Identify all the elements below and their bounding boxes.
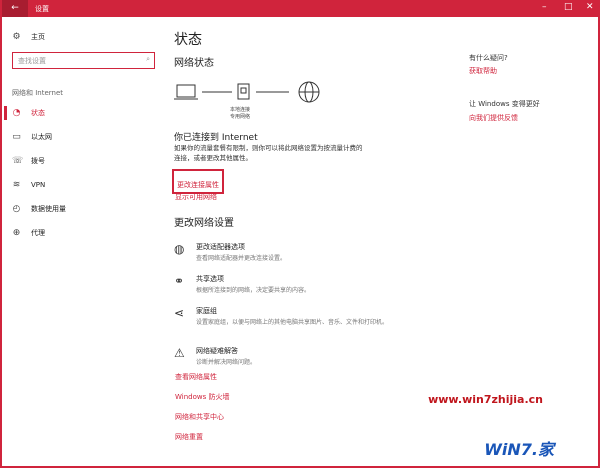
vpn-icon: ≋ bbox=[12, 180, 21, 190]
option-title: 共享选项 bbox=[196, 275, 224, 283]
sidebar-item-label: VPN bbox=[31, 181, 46, 189]
search-placeholder: 查找设置 bbox=[18, 57, 46, 65]
change-settings-heading: 更改网络设置 bbox=[174, 218, 234, 229]
proxy-icon: ⊕ bbox=[12, 228, 21, 238]
homegroup-icon: ⋖ bbox=[174, 306, 185, 320]
adapter-icon: ◍ bbox=[174, 242, 185, 256]
option-desc: 设置家庭组，以便与网络上的其他电脑共享图片、音乐、文件和打印机。 bbox=[196, 319, 389, 326]
close-button[interactable]: ✕ bbox=[586, 2, 594, 12]
sidebar-section: 网络和 Internet bbox=[12, 89, 64, 97]
watermark-logo: WiN7.家 bbox=[484, 440, 554, 459]
search-input[interactable]: 查找设置 ⌕ bbox=[12, 52, 155, 69]
option-desc: 根据所连接到的网络，决定要共享的内容。 bbox=[196, 287, 311, 294]
status-icon: ◔ bbox=[12, 108, 21, 118]
sidebar-item-ethernet[interactable]: ▭ 以太网 bbox=[12, 132, 52, 142]
ethernet-icon: ▭ bbox=[12, 132, 21, 142]
sidebar-item-vpn[interactable]: ≋ VPN bbox=[12, 180, 46, 190]
data-usage-icon: ◴ bbox=[12, 204, 21, 214]
change-connection-properties-link[interactable]: 更改连接属性 bbox=[172, 169, 224, 194]
sidebar-home[interactable]: ⚙ 主页 bbox=[12, 32, 45, 42]
dialup-icon: ☏ bbox=[12, 156, 24, 166]
laptop-icon bbox=[174, 84, 198, 100]
option-title: 更改适配器选项 bbox=[196, 243, 245, 251]
network-diagram bbox=[174, 81, 320, 103]
warning-icon: ⚠ bbox=[174, 346, 185, 360]
option-homegroup[interactable]: ⋖ 家庭组设置家庭组，以便与网络上的其他电脑共享图片、音乐、文件和打印机。 bbox=[174, 306, 396, 327]
network-sharing-center-link[interactable]: 网络和共享中心 bbox=[175, 412, 224, 422]
sidebar-item-proxy[interactable]: ⊕ 代理 bbox=[12, 228, 45, 238]
connected-status: 你已连接到 Internet bbox=[174, 133, 258, 143]
sidebar-item-label: 代理 bbox=[31, 229, 45, 237]
sidebar-item-status[interactable]: ◔ 状态 bbox=[12, 108, 45, 118]
back-button[interactable]: ← bbox=[2, 0, 28, 17]
sharing-icon: ⚭ bbox=[174, 274, 185, 288]
link-label: 更改连接属性 bbox=[177, 181, 219, 189]
option-title: 家庭组 bbox=[196, 307, 217, 315]
selection-indicator bbox=[4, 106, 7, 120]
settings-window: ← 设置 – □ ✕ ⚙ 主页 查找设置 ⌕ 网络和 Internet ◔ 状态 ▭ 以… bbox=[0, 0, 600, 468]
home-label: 主页 bbox=[31, 33, 45, 41]
option-troubleshoot[interactable]: ⚠ 网络疑难解答诊断并解决网络问题。 bbox=[174, 346, 396, 367]
get-help-link[interactable]: 获取帮助 bbox=[469, 66, 497, 76]
ethernet-port-icon bbox=[237, 83, 250, 100]
sidebar-item-label: 状态 bbox=[31, 109, 45, 117]
option-title: 网络疑难解答 bbox=[196, 347, 238, 355]
sidebar-item-label: 数据使用量 bbox=[31, 205, 66, 213]
option-sharing[interactable]: ⚭ 共享选项根据所连接到的网络，决定要共享的内容。 bbox=[174, 274, 396, 295]
maximize-button[interactable]: □ bbox=[564, 2, 573, 12]
questions-heading: 有什么疑问? bbox=[469, 54, 508, 62]
feedback-link[interactable]: 向我们提供反馈 bbox=[469, 113, 518, 123]
network-reset-link[interactable]: 网络重置 bbox=[175, 432, 203, 442]
option-adapter[interactable]: ◍ 更改适配器选项查看网络适配器并更改连接设置。 bbox=[174, 242, 396, 263]
option-desc: 查看网络适配器并更改连接设置。 bbox=[196, 255, 287, 262]
globe-icon bbox=[298, 81, 320, 103]
search-icon: ⌕ bbox=[146, 55, 150, 63]
title-bar: ← 设置 – □ ✕ bbox=[2, 0, 600, 17]
watermark-url: www.win7zhijia.cn bbox=[428, 393, 543, 406]
connected-description: 如果你的流量套餐有限制，则你可以将此网络设置为按流量计费的连接，或者更改其他属性… bbox=[174, 144, 363, 162]
improve-heading: 让 Windows 变得更好 bbox=[469, 100, 540, 108]
sidebar-item-dialup[interactable]: ☏ 拨号 bbox=[12, 156, 45, 166]
windows-firewall-link[interactable]: Windows 防火墙 bbox=[175, 392, 229, 402]
sidebar-item-data-usage[interactable]: ◴ 数据使用量 bbox=[12, 204, 66, 214]
home-icon: ⚙ bbox=[12, 32, 21, 42]
sidebar-item-label: 拨号 bbox=[31, 157, 45, 165]
option-desc: 诊断并解决网络问题。 bbox=[196, 359, 257, 366]
sidebar-item-label: 以太网 bbox=[31, 133, 52, 141]
window-title: 设置 bbox=[35, 5, 49, 13]
network-status-heading: 网络状态 bbox=[174, 58, 214, 69]
network-name: 本地连接 专用网络 bbox=[230, 107, 251, 120]
page-title: 状态 bbox=[174, 32, 202, 48]
minimize-button[interactable]: – bbox=[542, 2, 547, 12]
show-available-networks-link[interactable]: 显示可用网络 bbox=[175, 192, 217, 202]
view-network-properties-link[interactable]: 查看网络属性 bbox=[175, 372, 217, 382]
